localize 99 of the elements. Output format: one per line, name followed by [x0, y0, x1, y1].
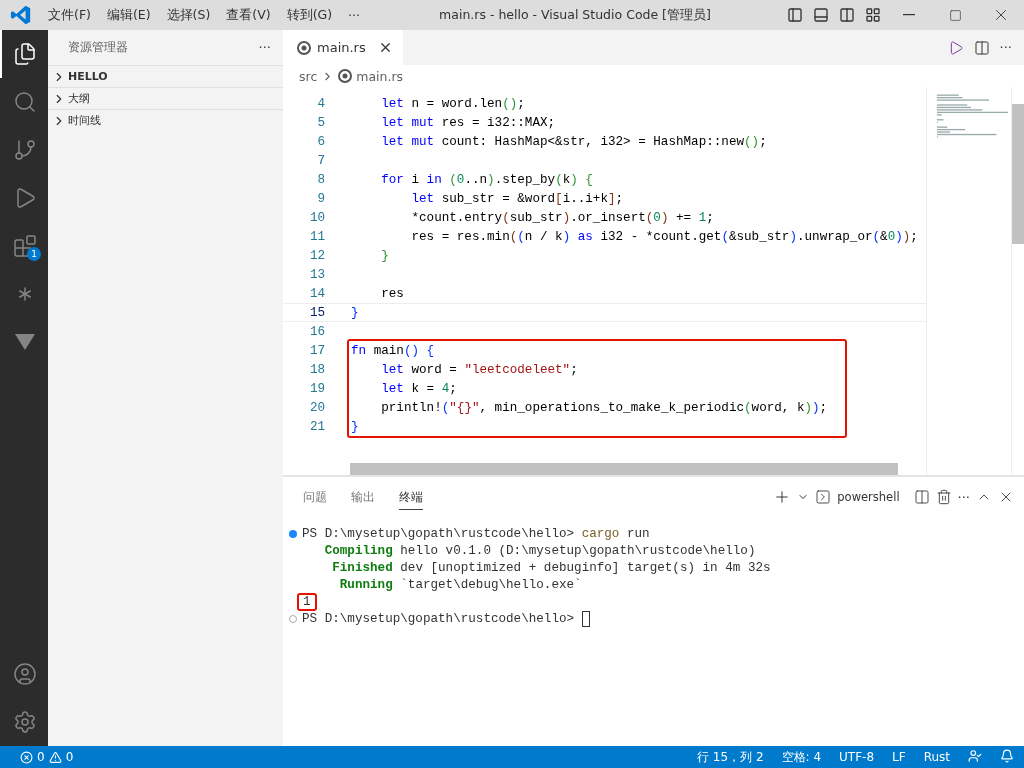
panel-tab[interactable]: 输出	[351, 484, 375, 510]
line-number: 5	[316, 115, 325, 130]
more-actions-button[interactable]: ···	[999, 40, 1012, 55]
code-line: *count.entry(sub_str).or_insert(0) += 1;	[410, 210, 714, 225]
code-line: fn main() {	[351, 343, 435, 358]
scrollbar-thumb[interactable]	[1011, 104, 1024, 244]
line-number: 12	[308, 248, 325, 263]
menu-item[interactable]: ···	[340, 0, 368, 30]
status-item[interactable]: Rust	[923, 750, 950, 764]
line-number: 11	[308, 229, 325, 244]
minimize-icon	[903, 14, 915, 16]
line-number: 14	[308, 286, 325, 301]
breadcrumb[interactable]: src	[299, 68, 318, 84]
split-editor-icon[interactable]	[973, 39, 990, 56]
code-line: let mut res = i32::MAX;	[380, 115, 556, 130]
columns-icon	[839, 7, 855, 23]
editor-tab[interactable]: main.rs	[283, 30, 403, 65]
app-logo-icon	[10, 4, 32, 26]
line-number: 21	[308, 419, 325, 434]
terminal-line: PS D:\mysetup\gopath\rustcode\hello> cargo run	[302, 526, 650, 541]
menu-item[interactable]: 编辑(E)	[98, 0, 159, 30]
sidebar-title: 资源管理器	[68, 40, 128, 55]
line-number: 6	[316, 134, 325, 149]
settings-icon	[13, 710, 37, 734]
account-icon	[13, 662, 37, 686]
sidebar-section[interactable]: HELLO	[48, 65, 283, 87]
feedback-icon[interactable]	[968, 748, 982, 763]
warning-count[interactable]: 0	[65, 750, 74, 764]
code-line: res	[380, 286, 404, 301]
breadcrumb[interactable]: main.rs	[356, 68, 404, 84]
search-icon	[13, 90, 37, 114]
count-badge: 1	[27, 247, 41, 261]
blocks-icon	[13, 234, 37, 258]
sidebar-section[interactable]: 时间线	[48, 109, 283, 131]
rust-file-icon	[338, 69, 353, 83]
section-title: 时间线	[68, 113, 101, 128]
menu-item[interactable]: 选择(S)	[158, 0, 219, 30]
close-icon[interactable]	[378, 40, 393, 55]
code-line: }	[351, 419, 359, 434]
status-item[interactable]: 空格: 4	[781, 748, 822, 766]
code-line: for i in (0..n).step_by(k) {	[380, 172, 593, 187]
status-item[interactable]: UTF-8	[839, 750, 875, 764]
code-line: let k = 4;	[380, 381, 457, 396]
more-actions-button[interactable]: ···	[957, 489, 970, 505]
layout-icon	[865, 7, 881, 23]
maximize-icon	[948, 8, 962, 22]
code-line: let word = "leetcodeleet";	[380, 362, 578, 377]
terminal-line: Compiling hello v0.1.0 (D:\mysetup\gopath\rustcode\hello)	[323, 543, 756, 558]
status-item[interactable]: LF	[892, 750, 906, 764]
terminal-line: Finished dev [unoptimized + debuginfo] target(s) in 4m 32s	[331, 560, 771, 575]
section-title: 大纲	[68, 91, 90, 106]
window-title: main.rs - hello - Visual Studio Code [管理员]	[438, 6, 712, 24]
branch-icon	[13, 138, 37, 162]
line-number: 7	[316, 153, 325, 168]
code-line: }	[351, 305, 359, 320]
code-line: println!("{}", min_operations_to_make_k_periodic(word, k));	[380, 400, 828, 415]
menu-item[interactable]: 转到(G)	[278, 0, 341, 30]
split-terminal-icon[interactable]	[913, 489, 930, 505]
sidebar-section[interactable]: 大纲	[48, 87, 283, 109]
line-number: 20	[308, 400, 325, 415]
panel-left-icon	[787, 7, 803, 23]
line-number: 10	[308, 210, 325, 225]
line-number: 17	[308, 343, 325, 358]
files-icon	[13, 42, 37, 66]
status-item[interactable]: 行 15，列 2	[697, 748, 764, 766]
warning-icon	[48, 750, 62, 764]
bell-icon[interactable]	[1000, 748, 1014, 763]
line-number: 8	[316, 172, 325, 187]
line-number: 4	[316, 96, 325, 111]
activity-bar-button[interactable]: 1	[0, 222, 48, 270]
code-line: let sub_str = &word[i..i+k];	[410, 191, 624, 206]
menu-item[interactable]: 文件(F)	[40, 0, 99, 30]
menu-item[interactable]: 查看(V)	[218, 0, 279, 30]
line-number: 15	[308, 305, 325, 320]
terminal-line: Running `target\debug\hello.exe`	[338, 577, 582, 592]
panel-tab[interactable]: 问题	[303, 484, 327, 510]
more-actions-button[interactable]: ···	[258, 40, 271, 55]
tab-title: main.rs	[317, 40, 367, 55]
terminal-line: PS D:\mysetup\gopath\rustcode\hello>	[302, 611, 576, 626]
line-number: 9	[316, 191, 325, 206]
line-number: 19	[308, 381, 325, 396]
line-number: 16	[308, 324, 325, 339]
error-count[interactable]: 0	[37, 750, 45, 764]
section-title: HELLO	[68, 70, 108, 83]
code-line: let mut count: HashMap<&str, i32> = HashMap::new();	[380, 134, 767, 149]
triangle-icon	[14, 333, 36, 351]
panel-tab[interactable]: 终端	[399, 484, 423, 510]
error-icon	[20, 750, 33, 764]
line-number: 18	[308, 362, 325, 377]
terminal-icon	[815, 489, 832, 505]
code-line: let n = word.len();	[380, 96, 525, 111]
code-line: res = res.min((n / k) as i32 - *count.get(&sub_str).unwrap_or(&0));	[410, 229, 918, 244]
code-line: }	[380, 248, 389, 263]
trash-icon[interactable]	[935, 489, 952, 505]
shell-name[interactable]: powershell	[837, 490, 900, 504]
horizontal-scrollbar[interactable]	[350, 463, 898, 475]
rust-file-icon	[297, 40, 311, 55]
panel-bottom-icon	[813, 7, 829, 23]
line-number: 13	[308, 267, 325, 282]
